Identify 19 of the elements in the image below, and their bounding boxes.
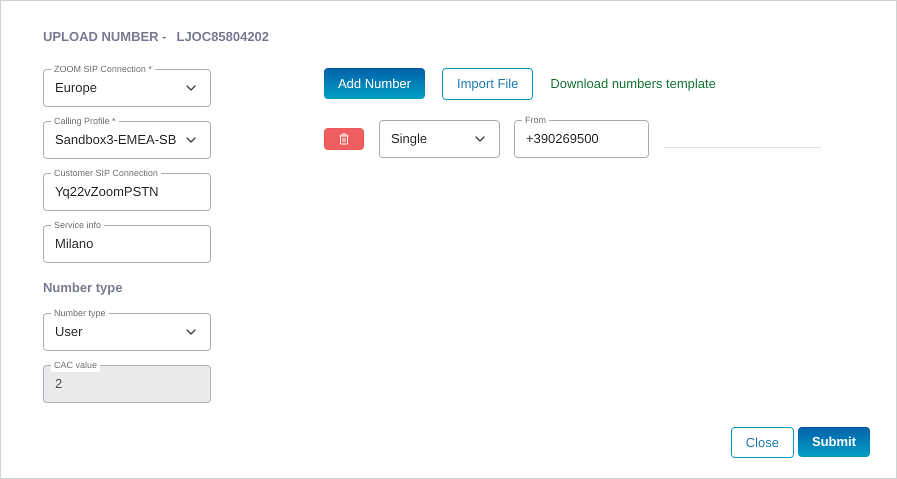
submit-button[interactable]: Submit [798,427,870,457]
trash-icon [338,132,350,144]
close-button[interactable]: Close [730,427,794,458]
field-value: Yq22vZoomPSTN [55,182,160,201]
field-value: Europe [55,78,98,97]
delete-button[interactable] [324,128,364,150]
field-value: Single [391,130,428,148]
import-file-button[interactable]: Import File [442,68,534,100]
select-field[interactable]: Single [379,120,500,158]
field-value: +390269500 [526,130,600,148]
dialog-title: UPLOAD NUMBER - [43,28,166,46]
download-template-link[interactable]: Download numbers template [550,74,716,94]
section-heading: Number type [43,278,124,297]
field-value: Milano [55,234,94,253]
account-code: LJOC85804202 [176,28,270,46]
field-value: User [55,323,84,342]
add-number-button[interactable]: Add Number [324,68,425,99]
field-value: 2 [55,375,64,394]
field-value: Sandbox3-EMEA-SB [55,130,178,149]
